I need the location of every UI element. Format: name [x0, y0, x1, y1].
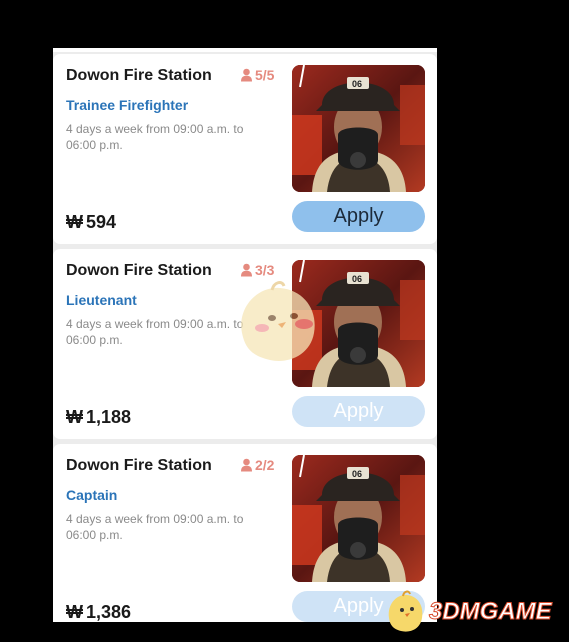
apply-button[interactable]: Apply	[292, 201, 425, 232]
slots-indicator: 2/2	[240, 457, 274, 473]
job-role: Captain	[66, 487, 118, 503]
work-hours: 4 days a week from 09:00 a.m. to 06:00 p…	[66, 122, 244, 152]
station-name: Dowon Fire Station	[66, 67, 212, 84]
slots-count: 2/2	[255, 457, 275, 473]
job-card: Dowon Fire Station 2/2 Captain 4 days a …	[53, 444, 437, 622]
chick-mascot-icon	[232, 278, 322, 368]
slots-count: 5/5	[255, 67, 275, 83]
station-name: Dowon Fire Station	[66, 262, 212, 279]
currency-icon: ₩	[66, 602, 83, 622]
currency-icon: ₩	[66, 212, 83, 232]
slots-count: 3/3	[255, 262, 275, 278]
wage-amount: 1,386	[86, 602, 132, 622]
slots-indicator: 5/5	[240, 67, 274, 83]
job-role: Lieutenant	[66, 292, 137, 308]
svg-text:06: 06	[352, 274, 362, 284]
apply-button[interactable]: Apply	[292, 396, 425, 427]
svg-text:06: 06	[352, 79, 362, 89]
slots-indicator: 3/3	[240, 262, 274, 278]
watermark: 3DMGAME	[385, 590, 552, 634]
job-card: Dowon Fire Station 5/5 Trainee Firefight…	[53, 54, 437, 244]
firefighter-portrait-icon: 06	[292, 65, 425, 192]
svg-text:06: 06	[352, 469, 362, 479]
wage: ₩ 594	[66, 212, 116, 233]
wage-amount: 594	[86, 212, 117, 232]
currency-icon: ₩	[66, 407, 83, 427]
person-icon	[241, 458, 252, 472]
station-name: Dowon Fire Station	[66, 457, 212, 474]
wage-amount: 1,188	[86, 407, 132, 427]
person-icon	[241, 263, 252, 277]
previous-card-edge	[53, 48, 437, 52]
chick-mascot-icon	[388, 590, 423, 632]
wage: ₩ 1,386	[66, 602, 131, 622]
firefighter-portrait-icon: 06	[292, 455, 425, 582]
job-role: Trainee Firefighter	[66, 97, 189, 113]
watermark-text: 3DMGAME	[429, 598, 553, 626]
wage: ₩ 1,188	[66, 407, 131, 428]
work-hours: 4 days a week from 09:00 a.m. to 06:00 p…	[66, 512, 244, 542]
person-icon	[241, 68, 252, 82]
